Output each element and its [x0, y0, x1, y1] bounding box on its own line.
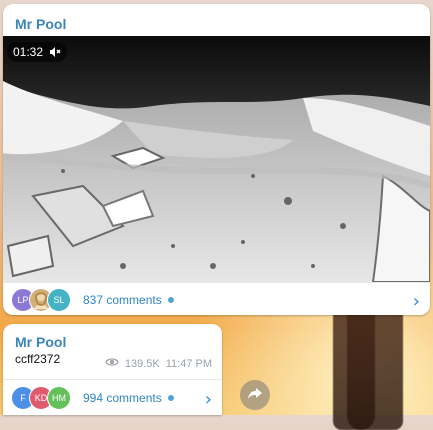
comments-bar[interactable]: F KD HM 994 comments ›: [3, 379, 222, 415]
speaker-muted-icon[interactable]: [49, 46, 61, 58]
video-frame: [3, 36, 430, 282]
message-time: 11:47 PM: [165, 357, 212, 370]
message-bubble-video: Mr Pool 01:32 LP SL 837 comments ›: [3, 4, 430, 315]
unread-dot-icon: [167, 395, 174, 401]
chevron-right-icon[interactable]: ›: [205, 389, 212, 410]
comments-count[interactable]: 837 comments: [83, 293, 162, 307]
message-meta: 139.5K 11:47 PM: [105, 357, 212, 370]
comments-bar[interactable]: LP SL 837 comments ›: [3, 282, 430, 315]
comments-count[interactable]: 994 comments: [83, 391, 162, 405]
view-count: 139.5K: [124, 357, 160, 370]
author-name[interactable]: Mr Pool: [15, 16, 66, 32]
message-text: ccff2372: [15, 352, 61, 366]
avatar-sl: SL: [47, 287, 71, 312]
author-name[interactable]: Mr Pool: [15, 334, 66, 350]
share-icon: [247, 385, 263, 405]
video-player[interactable]: 01:32: [3, 36, 430, 282]
commenter-avatars: F KD HM: [11, 386, 81, 410]
eye-icon: [105, 357, 119, 370]
chevron-right-icon[interactable]: ›: [413, 291, 420, 312]
video-duration: 01:32: [13, 45, 44, 59]
message-bubble-text: Mr Pool ccff2372 139.5K 11:47 PM F KD HM…: [3, 324, 222, 415]
background-figure-leg: [347, 300, 375, 430]
commenter-avatars: LP SL: [11, 287, 81, 312]
avatar-hm: HM: [47, 386, 71, 410]
video-duration-badge: 01:32: [7, 42, 68, 62]
unread-dot-icon: [167, 296, 174, 303]
share-button[interactable]: [240, 380, 270, 410]
